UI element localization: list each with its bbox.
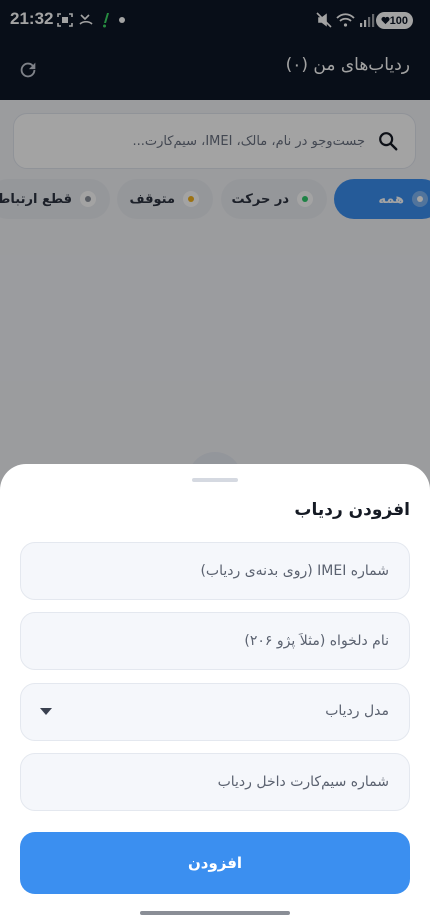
imei-field <box>20 542 410 600</box>
sim-field <box>20 753 410 811</box>
home-indicator[interactable] <box>140 911 290 915</box>
imei-input[interactable] <box>21 543 409 599</box>
model-select[interactable]: مدل ردیاب <box>20 683 410 741</box>
add-tracker-sheet: افزودن ردیاب مدل ردیاب افزودن <box>0 464 430 922</box>
sim-input[interactable] <box>21 754 409 810</box>
model-select-label: مدل ردیاب <box>325 703 389 719</box>
sheet-drag-handle[interactable] <box>192 478 238 482</box>
chevron-down-icon <box>40 708 52 715</box>
add-tracker-button[interactable]: افزودن <box>20 832 410 894</box>
name-field <box>20 612 410 670</box>
sheet-title: افزودن ردیاب <box>294 500 410 520</box>
name-input[interactable] <box>21 613 409 669</box>
